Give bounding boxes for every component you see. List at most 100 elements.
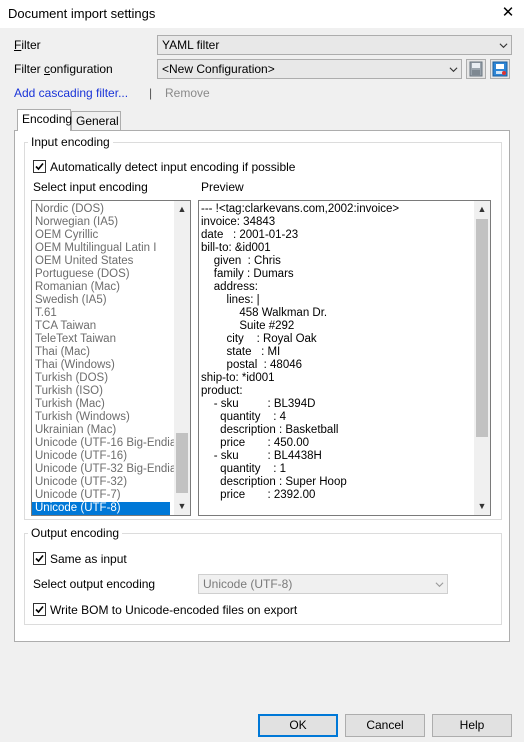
input-encoding-title: Input encoding	[28, 135, 113, 149]
checkmark-icon	[35, 605, 44, 614]
encoding-list-item[interactable]: Norwegian (IA5)	[32, 216, 170, 229]
encoding-list-item[interactable]: TeleText Taiwan	[32, 333, 170, 346]
select-output-encoding-label: Select output encoding	[33, 577, 156, 591]
bom-label: Write BOM to Unicode-encoded files on ex…	[50, 603, 298, 617]
encoding-list-item[interactable]: T.61	[32, 307, 170, 320]
preview-box: --- !<tag:clarkevans.com,2002:invoice> in…	[198, 200, 491, 516]
window-title: Document import settings	[8, 6, 156, 21]
output-encoding-value: Unicode (UTF-8)	[203, 577, 293, 591]
help-button[interactable]: Help	[432, 714, 512, 737]
config-icon	[492, 61, 508, 77]
preview-scrollbar[interactable]: ▲ ▼	[474, 201, 490, 515]
tab-general-label: General	[76, 114, 119, 128]
encoding-list-item[interactable]: Turkish (Mac)	[32, 398, 170, 411]
edit-config-button[interactable]	[490, 59, 510, 79]
help-label: Help	[459, 718, 485, 732]
preview-line: - sku : BL394D	[201, 398, 316, 410]
encoding-list-item[interactable]: Turkish (ISO)	[32, 385, 170, 398]
input-encoding-list[interactable]: Nordic (DOS) Norwegian (IA5) OEM Cyrillic O…	[31, 200, 191, 516]
ok-button[interactable]: OK	[258, 714, 338, 737]
bom-checkbox[interactable]	[33, 603, 46, 616]
cancel-label: Cancel	[366, 718, 404, 732]
preview-line: state : MI	[201, 346, 281, 358]
filter-value: YAML filter	[162, 38, 220, 52]
encoding-scrollbar[interactable]: ▲ ▼	[174, 201, 190, 515]
encoding-list-item[interactable]: OEM Multilingual Latin I	[32, 242, 170, 255]
preview-line: ship-to: *id001	[201, 372, 275, 384]
encoding-scroll-thumb[interactable]	[176, 433, 188, 493]
encoding-list-item[interactable]: Turkish (Windows)	[32, 411, 170, 424]
preview-line: quantity : 4	[201, 411, 287, 423]
encoding-list-item[interactable]: Thai (Windows)	[32, 359, 170, 372]
chevron-down-icon	[449, 67, 458, 73]
preview-line: city : Royal Oak	[201, 333, 317, 345]
encoding-list-item[interactable]: TCA Taiwan	[32, 320, 170, 333]
scroll-up-icon[interactable]: ▲	[175, 204, 189, 214]
preview-line: - sku : BL4438H	[201, 450, 322, 462]
close-icon[interactable]: ✕	[494, 2, 522, 24]
encoding-list-item[interactable]: OEM United States	[32, 255, 170, 268]
same-as-input-label: Same as input	[50, 552, 127, 566]
encoding-list-item[interactable]: Unicode (UTF-16 Big-Endian)	[32, 437, 186, 450]
encoding-list-item[interactable]: Swedish (IA5)	[32, 294, 170, 307]
preview-line: address:	[201, 281, 258, 293]
add-cascading-filter-link[interactable]: Add cascading filter...	[14, 86, 128, 100]
cancel-button[interactable]: Cancel	[345, 714, 425, 737]
scroll-down-icon[interactable]: ▼	[475, 501, 489, 511]
output-encoding-title: Output encoding	[28, 526, 123, 540]
preview-line: Suite #292	[201, 320, 295, 332]
preview-line: postal : 48046	[201, 359, 303, 371]
save-icon	[469, 61, 483, 77]
encoding-list-item[interactable]: Unicode (UTF-7)	[32, 489, 170, 502]
filter-label: Filter	[14, 38, 41, 52]
encoding-list-item[interactable]: Unicode (UTF-32 Big-Endian)	[32, 463, 186, 476]
preview-line: price : 2392.00	[201, 489, 316, 501]
preview-line: family : Dumars	[201, 268, 294, 280]
preview-line: --- !<tag:clarkevans.com,2002:invoice>	[201, 203, 400, 215]
encoding-list-item[interactable]: Unicode (UTF-32)	[32, 476, 170, 489]
remove-link[interactable]: Remove	[165, 86, 210, 100]
checkmark-icon	[35, 162, 44, 171]
filter-config-value: <New Configuration>	[162, 62, 275, 76]
preview-line: price : 450.00	[201, 437, 310, 449]
filter-select[interactable]: YAML filter	[157, 35, 512, 55]
preview-line: date : 2001-01-23	[201, 229, 299, 241]
tab-encoding[interactable]: Encoding	[17, 109, 73, 131]
preview-line: description : Basketball	[201, 424, 339, 436]
preview-label: Preview	[201, 180, 244, 194]
encoding-list-item[interactable]: Portuguese (DOS)	[32, 268, 170, 281]
filter-config-select[interactable]: <New Configuration>	[157, 59, 462, 79]
auto-detect-checkbox[interactable]	[33, 160, 46, 173]
chevron-down-icon	[499, 43, 508, 49]
filter-config-label: Filter configuration	[14, 62, 113, 76]
tab-general[interactable]: General	[71, 111, 121, 131]
save-config-button[interactable]	[466, 59, 486, 79]
preview-line: given : Chris	[201, 255, 281, 267]
preview-line: invoice: 34843	[201, 216, 276, 228]
encoding-list-item[interactable]: Ukrainian (Mac)	[32, 424, 170, 437]
scroll-up-icon[interactable]: ▲	[475, 204, 489, 214]
scroll-down-icon[interactable]: ▼	[175, 501, 189, 511]
preview-line: lines: |	[201, 294, 260, 306]
encoding-list-item[interactable]: Unicode (UTF-16)	[32, 450, 170, 463]
output-encoding-select[interactable]: Unicode (UTF-8)	[198, 574, 448, 594]
encoding-list-item[interactable]: Nordic (DOS)	[32, 203, 170, 216]
same-as-input-checkbox[interactable]	[33, 552, 46, 565]
preview-scroll-thumb[interactable]	[476, 219, 488, 437]
ok-label: OK	[289, 718, 307, 732]
preview-line: product:	[201, 385, 243, 397]
checkmark-icon	[35, 554, 44, 563]
tab-encoding-label: Encoding	[22, 112, 73, 126]
select-input-encoding-label: Select input encoding	[33, 180, 148, 194]
encoding-list-item[interactable]: Thai (Mac)	[32, 346, 170, 359]
encoding-list-item[interactable]: OEM Cyrillic	[32, 229, 170, 242]
preview-line: bill-to: &id001	[201, 242, 271, 254]
encoding-list-item[interactable]: Unicode (UTF-8)	[32, 502, 170, 515]
preview-line: description : Super Hoop	[201, 476, 347, 488]
encoding-list-item[interactable]: Turkish (DOS)	[32, 372, 170, 385]
preview-line: quantity : 1	[201, 463, 287, 475]
auto-detect-label: Automatically detect input encoding if p…	[50, 160, 296, 174]
encoding-list-item[interactable]: Romanian (Mac)	[32, 281, 170, 294]
chevron-down-icon	[435, 582, 444, 588]
preview-line: 458 Walkman Dr.	[201, 307, 328, 319]
